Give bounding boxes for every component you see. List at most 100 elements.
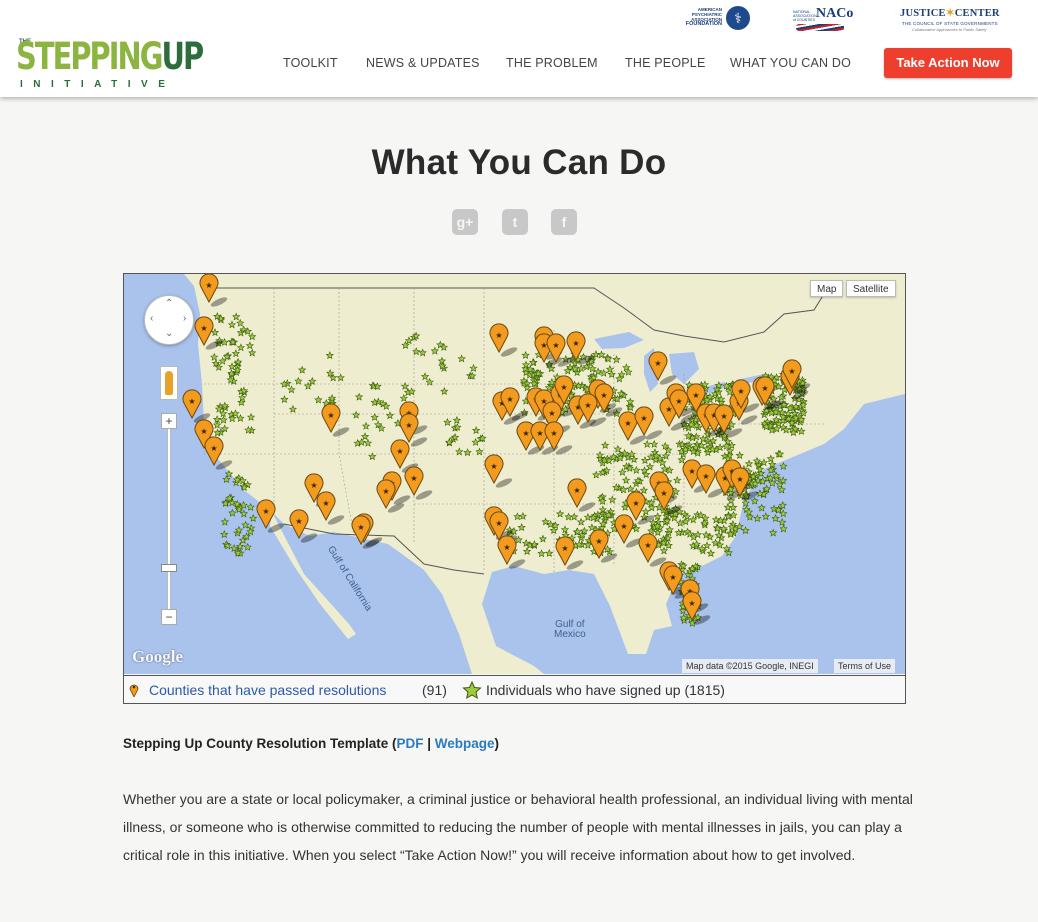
zoom-in-button[interactable]: + [161,413,177,429]
apa-foundation-logo[interactable]: AMERICAN PSYCHIATRIC ASSOCIATION FOUNDAT… [670,4,750,36]
svg-text:★: ★ [382,487,389,496]
justice-center-logo[interactable]: JUSTICE✶CENTER THE COUNCIL OF STATE GOVE… [898,4,1008,36]
svg-text:★: ★ [572,339,579,348]
svg-text:★: ★ [322,499,329,508]
logo-wordmark: STEPPINGUP [16,35,204,78]
social-share: g+ t f [450,209,580,235]
street-view-pegman-icon[interactable] [160,366,178,400]
svg-text:★: ★ [495,519,502,528]
svg-text:★: ★ [522,429,529,438]
nav-the-people[interactable]: THE PEOPLE [625,56,706,70]
template-webpage-link[interactable]: Webpage [435,736,495,751]
svg-text:★: ★ [200,324,207,333]
individual-marker-icon[interactable] [750,496,759,505]
individual-marker-icon[interactable] [779,524,788,533]
individual-marker-icon[interactable] [771,514,780,523]
individual-marker-icon[interactable] [753,514,762,523]
svg-text:★: ★ [295,517,302,526]
svg-text:★: ★ [205,281,212,290]
terms-of-use-link[interactable]: Terms of Use [834,659,896,673]
svg-text:★: ★ [550,429,557,438]
svg-text:★: ★ [357,523,364,532]
individual-marker-icon[interactable] [243,542,252,551]
svg-text:★: ★ [788,367,795,376]
twitter-icon[interactable]: t [502,209,528,235]
svg-text:★: ★ [660,489,667,498]
pan-right-icon: › [183,313,187,324]
counties-resolutions-link[interactable]: Counties that have passed resolutions [149,676,386,704]
google-plus-icon[interactable]: g+ [452,209,478,235]
take-action-now-button[interactable]: Take Action Now [884,48,1012,78]
individual-marker-icon[interactable] [741,526,750,535]
stepping-up-logo[interactable]: THE STEPPINGUP INITIATIVE [16,36,204,94]
individual-marker-icon[interactable] [778,501,787,510]
facebook-icon[interactable]: f [551,209,577,235]
counties-count: (91) [422,682,447,698]
svg-text:★: ★ [736,475,743,484]
svg-text:★: ★ [675,397,682,406]
pan-control[interactable]: ⌃ ⌄ ‹ › [144,295,194,345]
svg-text:★: ★ [665,405,672,414]
svg-text:★: ★ [737,387,744,396]
map-type-map-button[interactable]: Map [810,280,844,297]
svg-text:★: ★ [644,541,651,550]
pan-down-icon: ⌄ [165,328,174,339]
svg-text:★: ★ [702,472,709,481]
svg-text:★: ★ [506,395,513,404]
individual-marker-icon[interactable] [777,485,786,494]
svg-text:★: ★ [632,499,639,508]
svg-text:★: ★ [688,599,695,608]
individual-marker-icon[interactable] [249,514,258,522]
individual-marker-icon[interactable] [220,530,229,539]
individuals-count-label: Individuals who have signed up (1815) [486,682,725,698]
map-canvas[interactable]: ★ ★ ★ ★ ★ ★ ★ ★ ★ ★ ★ ★ ★ ★ ★ ★ ★ ★ ★ ★ ★ ★ ★ ★ ★ ★ ★ ★ ★ ★ ★ ★ ★ ★ ★ ★ ★ ★ ★ ★… [124,274,905,674]
svg-text:★: ★ [503,543,510,552]
svg-text:★: ★ [536,429,543,438]
svg-text:★: ★ [720,412,727,421]
google-logo[interactable]: Google [132,647,183,667]
zoom-out-button[interactable]: − [161,609,177,625]
nav-the-problem[interactable]: THE PROBLEM [506,56,598,70]
svg-text:★: ★ [490,462,497,471]
pan-up-icon: ⌃ [165,298,174,309]
individual-marker-icon[interactable] [778,476,788,485]
svg-text:★: ★ [620,522,627,531]
county-pin-icon [129,684,139,697]
individual-marker-icon[interactable] [239,509,249,518]
map-type-satellite-button[interactable]: Satellite [846,280,896,297]
individual-marker-icon[interactable] [757,503,766,512]
partner-logos: AMERICAN PSYCHIATRIC ASSOCIATION FOUNDAT… [670,4,1010,36]
individual-marker-icon[interactable] [779,461,788,470]
individual-marker-icon[interactable] [246,502,255,511]
nav-what-you-can-do[interactable]: WHAT YOU CAN DO [730,56,851,70]
individual-marker-icon[interactable] [761,512,770,521]
zoom-slider-handle[interactable] [161,564,177,572]
svg-text:★: ★ [640,414,647,423]
individual-marker-icon[interactable] [222,475,231,484]
svg-text:★: ★ [310,481,317,490]
nav-news-updates[interactable]: NEWS & UPDATES [366,56,480,70]
map-legend: Counties that have passed resolutions (9… [124,675,905,703]
resolution-template-line: Stepping Up County Resolution Template (… [123,736,500,751]
nav-toolkit[interactable]: TOOLKIT [283,56,338,70]
naco-flag-icon [796,24,844,31]
individual-marker-icon[interactable] [777,518,787,526]
svg-text:★: ★ [561,544,568,553]
svg-text:★: ★ [552,341,559,350]
gulf-of-mexico-label: Gulf of Mexico [554,619,586,640]
naco-logo[interactable]: NATIONAL ASSOCIATION of COUNTIES NACo [790,4,853,36]
svg-text:★: ★ [654,359,661,368]
svg-text:★: ★ [573,486,580,495]
svg-text:★: ★ [669,573,676,582]
individual-marker-icon[interactable] [228,508,237,517]
zoom-slider-track[interactable] [167,424,171,614]
intro-paragraph: Whether you are a state or local policym… [123,791,913,863]
individual-marker-icon[interactable] [768,528,778,537]
individual-marker-icon[interactable] [220,517,230,526]
template-pdf-link[interactable]: PDF [397,736,424,751]
apa-emblem-icon: ⚕ [726,6,750,30]
county-resolution-pin-icon[interactable]: ★ [682,591,711,627]
google-map[interactable]: ★ ★ ★ ★ ★ ★ ★ ★ ★ ★ ★ ★ ★ ★ ★ ★ ★ ★ ★ ★ ★ ★ ★ ★ ★ ★ ★ ★ ★ ★ ★ ★ ★ ★ ★ ★ ★ ★ ★ ★… [124,274,905,674]
svg-text:★: ★ [262,507,269,516]
svg-text:★: ★ [692,391,699,400]
